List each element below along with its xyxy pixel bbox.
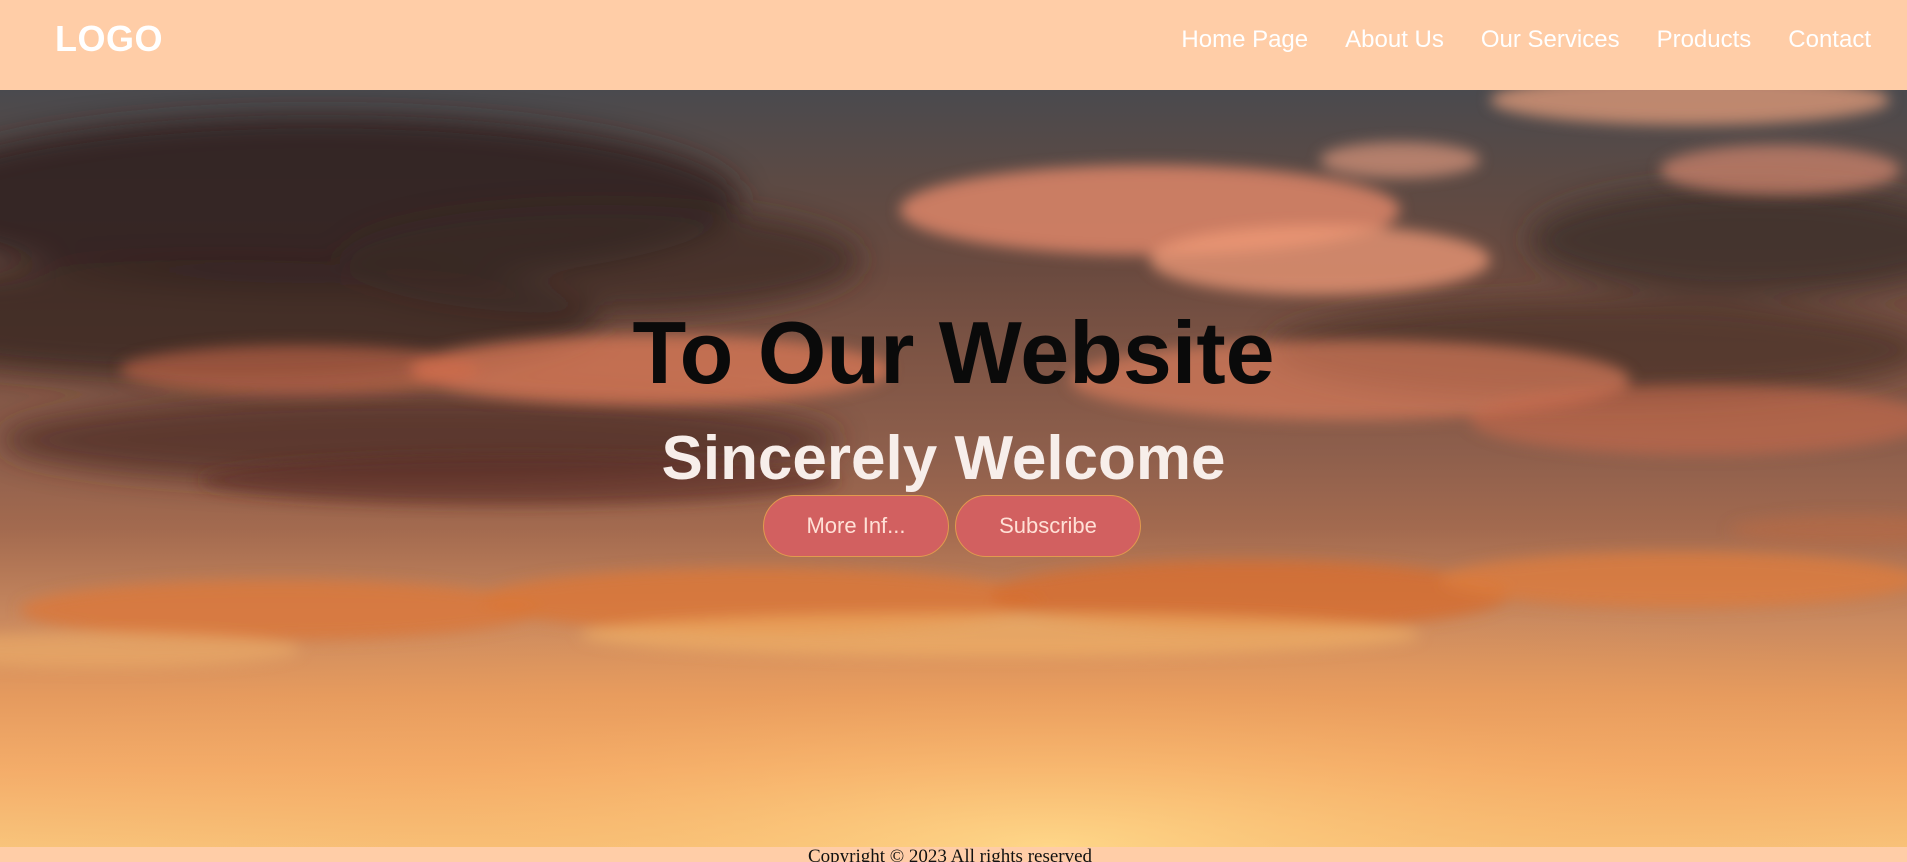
hero-title: To Our Website xyxy=(632,303,1275,402)
nav-our-services[interactable]: Our Services xyxy=(1481,26,1620,54)
nav-contact[interactable]: Contact xyxy=(1788,26,1871,54)
subscribe-button[interactable]: Subscribe xyxy=(955,495,1141,557)
nav-home-page[interactable]: Home Page xyxy=(1181,26,1308,54)
hero-buttons: More Inf... Subscribe xyxy=(763,495,1141,557)
copyright-text: Copyright © 2023 All rights reserved xyxy=(807,847,1093,862)
nav-about-us[interactable]: About Us xyxy=(1345,26,1444,54)
hero-section: To Our Website Sincerely Welcome More In… xyxy=(0,90,1907,847)
page: LOGO Home Page About Us Our Services Pro… xyxy=(0,0,1907,862)
nav-products[interactable]: Products xyxy=(1657,26,1752,54)
hero-content: To Our Website Sincerely Welcome More In… xyxy=(0,90,1907,847)
hero-subtitle: Sincerely Welcome xyxy=(661,424,1226,493)
main-nav: Home Page About Us Our Services Products… xyxy=(1181,26,1871,54)
logo[interactable]: LOGO xyxy=(55,18,163,60)
more-info-button[interactable]: More Inf... xyxy=(763,495,949,557)
site-footer: Copyright © 2023 All rights reserved xyxy=(0,847,1907,862)
site-header: LOGO Home Page About Us Our Services Pro… xyxy=(0,0,1907,90)
